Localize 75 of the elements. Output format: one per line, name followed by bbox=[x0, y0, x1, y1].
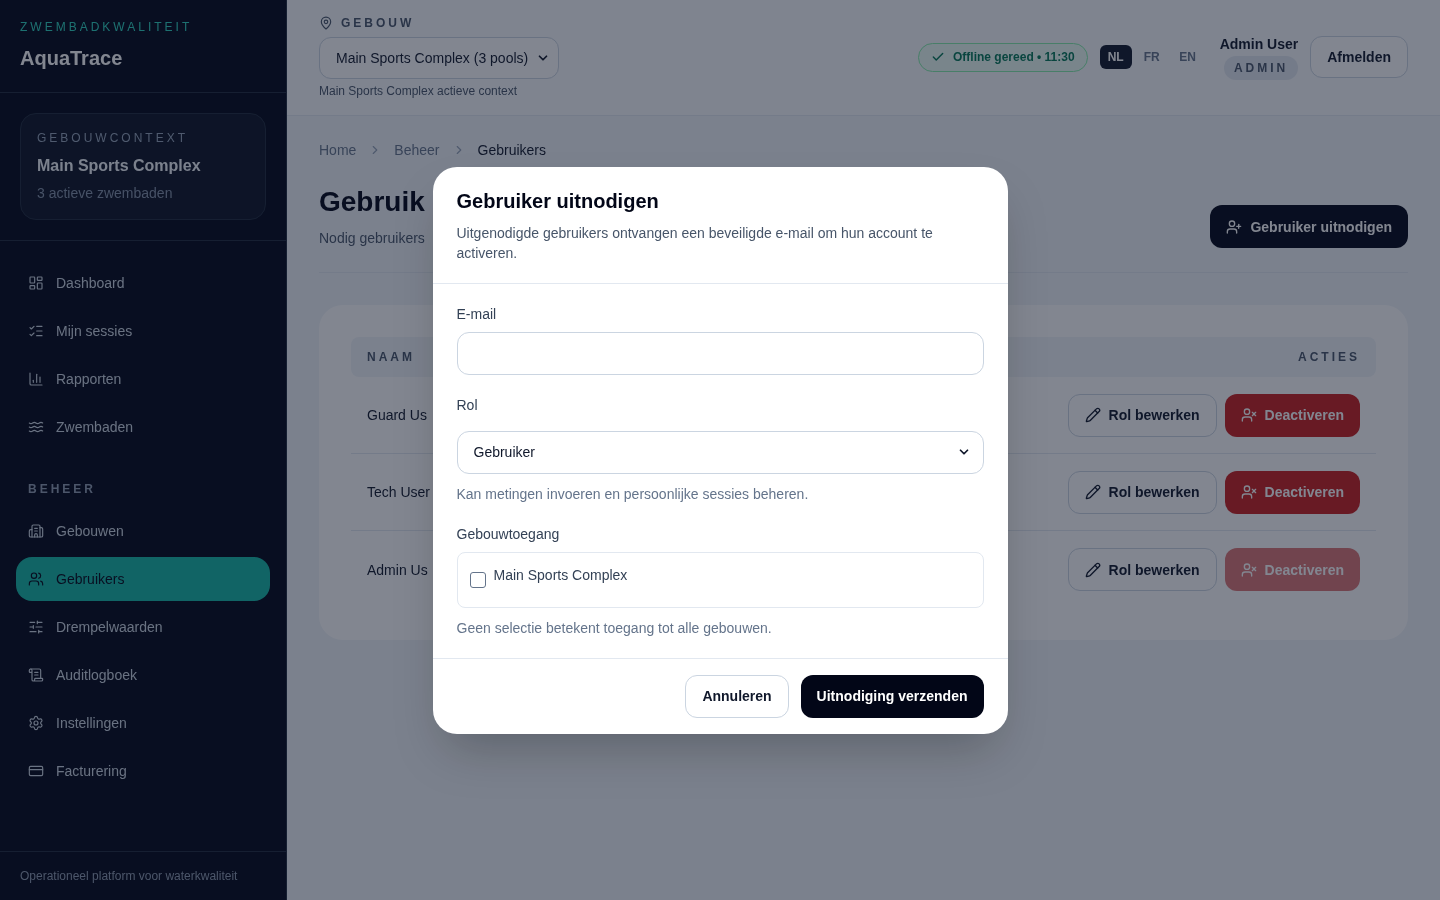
building-caption: Main Sports Complex actieve context bbox=[319, 83, 519, 99]
field-label: Gebouwtoegang bbox=[456, 524, 561, 544]
pencil-icon bbox=[1084, 407, 1101, 423]
building-picker-label: GEBOUW bbox=[341, 15, 415, 31]
page-title: Gebruik bbox=[319, 185, 425, 219]
checkbox[interactable] bbox=[469, 571, 486, 588]
edit-role-button[interactable]: Rol bewerken bbox=[1067, 393, 1217, 437]
nav-item[interactable]: Drempelwaarden bbox=[16, 605, 270, 649]
pencil-icon bbox=[1084, 561, 1101, 578]
field-label: E-mail bbox=[456, 304, 498, 324]
nav-item[interactable]: Gebruikers bbox=[16, 557, 270, 601]
logout-button[interactable]: Afmelden bbox=[1310, 36, 1408, 78]
email-input[interactable] bbox=[456, 331, 984, 375]
user-x-icon bbox=[1240, 484, 1257, 500]
app-name: AquaTrace bbox=[20, 46, 124, 71]
deactivate-button[interactable]: Deactiveren bbox=[1224, 470, 1360, 514]
user-name-cell-text: Tech User bbox=[367, 483, 431, 502]
bar-chart-icon bbox=[28, 371, 44, 387]
user-x-icon bbox=[1240, 407, 1257, 423]
nav-item[interactable]: Instellingen bbox=[16, 701, 270, 745]
map-pin-icon bbox=[319, 16, 333, 30]
building-icon bbox=[28, 523, 44, 539]
checklist-icon bbox=[28, 323, 44, 339]
nav-item[interactable]: Auditlogboek bbox=[16, 653, 270, 697]
breadcrumb-link[interactable]: Home bbox=[319, 140, 357, 160]
dialog-description: Uitgenodigde gebruikers ontvangen een beveiligde e-mail om hun account te activeren. bbox=[456, 223, 934, 263]
field-label: Rol bbox=[456, 395, 479, 415]
nav-item[interactable]: Rapporten bbox=[16, 357, 270, 401]
nav-item[interactable]: Facturering bbox=[16, 749, 270, 793]
sidebar-footer-text: Operationeel platform voor waterkwaliteit bbox=[20, 868, 239, 884]
nav-item[interactable]: Zwembaden bbox=[16, 405, 270, 449]
scroll-icon bbox=[28, 667, 44, 683]
user-x-icon bbox=[1240, 561, 1257, 578]
user-name-cell-text: Admin Us bbox=[367, 560, 428, 580]
app-eyebrow: ZWEMBADKWALITEIT bbox=[20, 19, 194, 35]
edit-role-button[interactable]: Rol bewerken bbox=[1067, 470, 1217, 514]
language-button[interactable]: NL bbox=[1099, 45, 1132, 69]
role-badge: ADMIN bbox=[1223, 56, 1299, 80]
settings-icon bbox=[28, 715, 44, 731]
breadcrumb-link[interactable]: Beheer bbox=[394, 140, 440, 160]
cancel-button[interactable]: Annuleren bbox=[685, 674, 789, 718]
check-icon bbox=[931, 50, 946, 64]
page-subtitle: Nodig gebruikers bbox=[319, 229, 425, 248]
send-invite-button[interactable]: Uitnodiging verzenden bbox=[800, 674, 984, 718]
checkbox-label: Main Sports Complex bbox=[493, 565, 628, 585]
waves-icon bbox=[28, 419, 44, 435]
building-select[interactable]: Main Sports Complex (3 pools) bbox=[319, 37, 559, 79]
column-header: NAAM bbox=[367, 349, 415, 365]
nav-item[interactable]: Gebouwen bbox=[16, 509, 270, 553]
sync-status-text: Offline gereed • 11:30 bbox=[953, 49, 1075, 65]
field-hint: Kan metingen invoeren en persoonlijke sessies beheren. bbox=[456, 484, 810, 504]
nav-item[interactable]: Dashboard bbox=[16, 261, 270, 305]
context-building: Main Sports Complex bbox=[37, 156, 202, 176]
pencil-icon bbox=[1084, 484, 1101, 500]
context-subtitle: 3 actieve zwembaden bbox=[37, 184, 174, 203]
language-button[interactable]: FR bbox=[1135, 45, 1168, 69]
column-header: ACTIES bbox=[1298, 349, 1360, 365]
credit-card-icon bbox=[28, 763, 44, 779]
language-button[interactable]: EN bbox=[1171, 45, 1204, 69]
dialog-title: Gebruiker uitnodigen bbox=[456, 188, 660, 214]
nav-item[interactable]: Mijn sessies bbox=[16, 309, 270, 353]
role-select[interactable]: Gebruiker bbox=[456, 430, 984, 474]
user-name: Admin User bbox=[1219, 35, 1299, 54]
context-label: GEBOUWCONTEXT bbox=[37, 130, 189, 146]
user-plus-icon bbox=[1226, 218, 1243, 235]
sliders-icon bbox=[28, 619, 44, 635]
deactivate-button[interactable]: Deactiveren bbox=[1224, 393, 1360, 437]
edit-role-button[interactable]: Rol bewerken bbox=[1067, 548, 1217, 591]
nav-section-title: BEHEER bbox=[27, 481, 97, 498]
users-icon bbox=[28, 571, 44, 587]
field-hint: Geen selectie betekent toegang tot alle gebouwen. bbox=[456, 618, 773, 638]
user-name-cell-text: Guard Us bbox=[367, 406, 427, 425]
breadcrumb-current: Gebruikers bbox=[477, 141, 546, 160]
invite-user-button[interactable]: Gebruiker uitnodigen bbox=[1210, 205, 1408, 248]
dashboard-icon bbox=[28, 275, 44, 291]
